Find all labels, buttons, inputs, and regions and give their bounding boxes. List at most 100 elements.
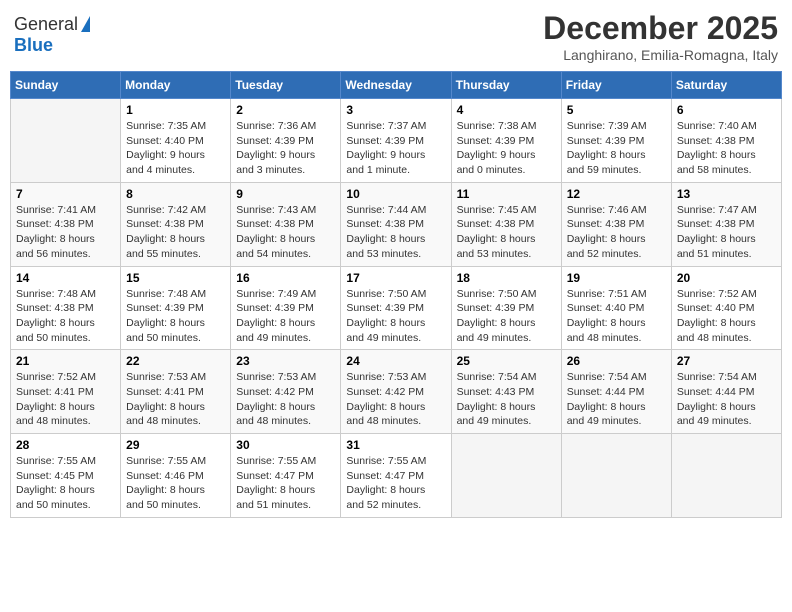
calendar-week-2: 7 Sunrise: 7:41 AM Sunset: 4:38 PM Daylig… [11,182,782,266]
day-info: Sunrise: 7:49 AM Sunset: 4:39 PM Dayligh… [236,287,335,346]
calendar-cell: 18 Sunrise: 7:50 AM Sunset: 4:39 PM Dayli… [451,266,561,350]
calendar-cell: 16 Sunrise: 7:49 AM Sunset: 4:39 PM Dayli… [231,266,341,350]
header-wednesday: Wednesday [341,72,451,99]
day-number: 20 [677,271,776,285]
day-info: Sunrise: 7:37 AM Sunset: 4:39 PM Dayligh… [346,119,445,178]
day-number: 21 [16,354,115,368]
day-info: Sunrise: 7:55 AM Sunset: 4:47 PM Dayligh… [236,454,335,513]
calendar-week-1: 1 Sunrise: 7:35 AM Sunset: 4:40 PM Daylig… [11,99,782,183]
day-info: Sunrise: 7:43 AM Sunset: 4:38 PM Dayligh… [236,203,335,262]
header-saturday: Saturday [671,72,781,99]
day-info: Sunrise: 7:47 AM Sunset: 4:38 PM Dayligh… [677,203,776,262]
calendar-cell: 6 Sunrise: 7:40 AM Sunset: 4:38 PM Daylig… [671,99,781,183]
title-section: December 2025 Langhirano, Emilia-Romagna… [543,10,778,63]
day-number: 25 [457,354,556,368]
day-info: Sunrise: 7:44 AM Sunset: 4:38 PM Dayligh… [346,203,445,262]
calendar-cell: 9 Sunrise: 7:43 AM Sunset: 4:38 PM Daylig… [231,182,341,266]
calendar-week-3: 14 Sunrise: 7:48 AM Sunset: 4:38 PM Dayli… [11,266,782,350]
calendar-cell: 12Sunrise: 7:46 AM Sunset: 4:38 PM Dayli… [561,182,671,266]
day-info: Sunrise: 7:42 AM Sunset: 4:38 PM Dayligh… [126,203,225,262]
day-info: Sunrise: 7:52 AM Sunset: 4:41 PM Dayligh… [16,370,115,429]
calendar-cell: 30 Sunrise: 7:55 AM Sunset: 4:47 PM Dayli… [231,434,341,518]
header-thursday: Thursday [451,72,561,99]
day-number: 10 [346,187,445,201]
calendar-cell: 19 Sunrise: 7:51 AM Sunset: 4:40 PM Dayli… [561,266,671,350]
location: Langhirano, Emilia-Romagna, Italy [543,47,778,63]
calendar-header-row: SundayMondayTuesdayWednesdayThursdayFrid… [11,72,782,99]
logo-blue: Blue [14,35,53,55]
day-number: 22 [126,354,225,368]
calendar-cell: 13Sunrise: 7:47 AM Sunset: 4:38 PM Dayli… [671,182,781,266]
day-info: Sunrise: 7:46 AM Sunset: 4:38 PM Dayligh… [567,203,666,262]
day-number: 26 [567,354,666,368]
day-number: 15 [126,271,225,285]
calendar-cell: 29Sunrise: 7:55 AM Sunset: 4:46 PM Dayli… [121,434,231,518]
calendar-cell: 22 Sunrise: 7:53 AM Sunset: 4:41 PM Dayli… [121,350,231,434]
day-info: Sunrise: 7:35 AM Sunset: 4:40 PM Dayligh… [126,119,225,178]
day-number: 16 [236,271,335,285]
month-title: December 2025 [543,10,778,47]
day-info: Sunrise: 7:52 AM Sunset: 4:40 PM Dayligh… [677,287,776,346]
header-monday: Monday [121,72,231,99]
day-number: 1 [126,103,225,117]
calendar-cell [451,434,561,518]
day-info: Sunrise: 7:54 AM Sunset: 4:44 PM Dayligh… [567,370,666,429]
day-number: 14 [16,271,115,285]
calendar-cell: 2Sunrise: 7:36 AM Sunset: 4:39 PM Daylig… [231,99,341,183]
day-info: Sunrise: 7:53 AM Sunset: 4:42 PM Dayligh… [346,370,445,429]
calendar-cell: 14 Sunrise: 7:48 AM Sunset: 4:38 PM Dayli… [11,266,121,350]
day-info: Sunrise: 7:50 AM Sunset: 4:39 PM Dayligh… [457,287,556,346]
day-number: 29 [126,438,225,452]
day-info: Sunrise: 7:55 AM Sunset: 4:45 PM Dayligh… [16,454,115,513]
calendar-cell: 31Sunrise: 7:55 AM Sunset: 4:47 PM Dayli… [341,434,451,518]
calendar-cell: 11Sunrise: 7:45 AM Sunset: 4:38 PM Dayli… [451,182,561,266]
calendar-cell: 26 Sunrise: 7:54 AM Sunset: 4:44 PM Dayli… [561,350,671,434]
logo: General Blue [14,14,90,56]
day-number: 11 [457,187,556,201]
day-number: 27 [677,354,776,368]
day-info: Sunrise: 7:53 AM Sunset: 4:41 PM Dayligh… [126,370,225,429]
calendar-cell: 27 Sunrise: 7:54 AM Sunset: 4:44 PM Dayli… [671,350,781,434]
calendar-cell: 23 Sunrise: 7:53 AM Sunset: 4:42 PM Dayli… [231,350,341,434]
calendar-cell: 1 Sunrise: 7:35 AM Sunset: 4:40 PM Daylig… [121,99,231,183]
calendar-cell [561,434,671,518]
calendar-cell: 24 Sunrise: 7:53 AM Sunset: 4:42 PM Dayli… [341,350,451,434]
day-info: Sunrise: 7:53 AM Sunset: 4:42 PM Dayligh… [236,370,335,429]
logo-triangle-icon [81,16,90,32]
calendar-cell: 17Sunrise: 7:50 AM Sunset: 4:39 PM Dayli… [341,266,451,350]
day-info: Sunrise: 7:48 AM Sunset: 4:38 PM Dayligh… [16,287,115,346]
calendar-cell [671,434,781,518]
day-info: Sunrise: 7:39 AM Sunset: 4:39 PM Dayligh… [567,119,666,178]
day-number: 7 [16,187,115,201]
day-number: 5 [567,103,666,117]
calendar-cell: 10 Sunrise: 7:44 AM Sunset: 4:38 PM Dayli… [341,182,451,266]
calendar-cell: 7 Sunrise: 7:41 AM Sunset: 4:38 PM Daylig… [11,182,121,266]
day-number: 30 [236,438,335,452]
calendar-cell: 3 Sunrise: 7:37 AM Sunset: 4:39 PM Daylig… [341,99,451,183]
calendar-week-5: 28 Sunrise: 7:55 AM Sunset: 4:45 PM Dayli… [11,434,782,518]
header-sunday: Sunday [11,72,121,99]
calendar: SundayMondayTuesdayWednesdayThursdayFrid… [10,71,782,518]
day-info: Sunrise: 7:41 AM Sunset: 4:38 PM Dayligh… [16,203,115,262]
day-info: Sunrise: 7:54 AM Sunset: 4:44 PM Dayligh… [677,370,776,429]
calendar-cell: 21 Sunrise: 7:52 AM Sunset: 4:41 PM Dayli… [11,350,121,434]
day-number: 24 [346,354,445,368]
day-number: 23 [236,354,335,368]
day-info: Sunrise: 7:50 AM Sunset: 4:39 PM Dayligh… [346,287,445,346]
day-number: 28 [16,438,115,452]
day-info: Sunrise: 7:38 AM Sunset: 4:39 PM Dayligh… [457,119,556,178]
logo-general: General [14,14,78,35]
day-info: Sunrise: 7:48 AM Sunset: 4:39 PM Dayligh… [126,287,225,346]
day-info: Sunrise: 7:55 AM Sunset: 4:47 PM Dayligh… [346,454,445,513]
day-info: Sunrise: 7:51 AM Sunset: 4:40 PM Dayligh… [567,287,666,346]
day-info: Sunrise: 7:36 AM Sunset: 4:39 PM Dayligh… [236,119,335,178]
day-number: 19 [567,271,666,285]
day-info: Sunrise: 7:40 AM Sunset: 4:38 PM Dayligh… [677,119,776,178]
day-number: 18 [457,271,556,285]
calendar-cell: 5 Sunrise: 7:39 AM Sunset: 4:39 PM Daylig… [561,99,671,183]
day-number: 6 [677,103,776,117]
day-number: 9 [236,187,335,201]
calendar-cell [11,99,121,183]
calendar-cell: 28 Sunrise: 7:55 AM Sunset: 4:45 PM Dayli… [11,434,121,518]
day-number: 3 [346,103,445,117]
